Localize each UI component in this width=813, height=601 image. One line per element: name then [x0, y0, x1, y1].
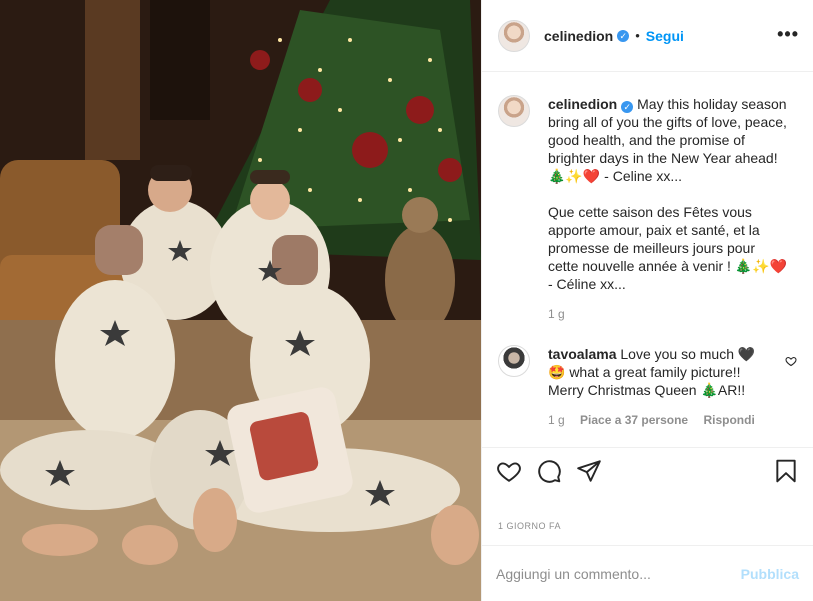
header-separator: •	[635, 28, 640, 43]
caption-text-fr: Que cette saison des Fêtes vous apporte …	[548, 204, 788, 292]
verified-badge-icon: ✓	[617, 29, 630, 42]
more-options-icon[interactable]: •••	[777, 25, 799, 43]
commenter-avatar[interactable]	[498, 345, 530, 377]
caption-text: celinedion ✓ May this holiday season brin…	[548, 95, 788, 293]
family-christmas-photo	[0, 0, 481, 601]
publish-button[interactable]: Pubblica	[741, 566, 799, 582]
comments-section[interactable]: celinedion ✓ May this holiday season brin…	[482, 73, 813, 447]
comment-text-block: tavoalama Love you so much 🖤 🤩 what a gr…	[548, 345, 763, 399]
heart-small-icon[interactable]	[785, 355, 797, 367]
reply-button[interactable]: Rispondi	[703, 413, 754, 427]
author-username[interactable]: celinedion	[544, 28, 613, 44]
comment-likes[interactable]: Piace a 37 persone	[580, 413, 688, 427]
share-icon[interactable]	[576, 458, 602, 484]
author-avatar[interactable]	[498, 19, 530, 52]
comment-icon[interactable]	[536, 458, 562, 484]
bookmark-icon[interactable]	[773, 458, 799, 484]
add-comment-bar: Pubblica	[482, 545, 813, 601]
verified-badge-icon: ✓	[621, 101, 634, 113]
comment-time[interactable]: 1 g	[548, 413, 565, 427]
comment-item: tavoalama Love you so much 🖤 🤩 what a gr…	[498, 345, 797, 427]
commenter-username[interactable]: tavoalama	[548, 346, 616, 362]
instagram-post: celinedion ✓ • Segui ••• celinedion ✓ May…	[0, 0, 813, 601]
caption-meta: 1 g	[548, 307, 797, 321]
post-header: celinedion ✓ • Segui •••	[482, 0, 813, 72]
post-photo[interactable]	[0, 0, 481, 601]
comment-meta: 1 g Piace a 37 persone Rispondi	[548, 413, 797, 427]
caption-time[interactable]: 1 g	[548, 307, 565, 321]
post-actions	[482, 447, 813, 507]
post-age[interactable]: 1 GIORNO FA	[498, 521, 561, 531]
comment-input[interactable]	[496, 565, 741, 582]
caption: celinedion ✓ May this holiday season brin…	[498, 95, 797, 293]
caption-username[interactable]: celinedion	[548, 96, 617, 112]
post-side-panel: celinedion ✓ • Segui ••• celinedion ✓ May…	[481, 0, 813, 601]
follow-button[interactable]: Segui	[646, 28, 684, 44]
caption-avatar[interactable]	[498, 95, 530, 127]
heart-icon[interactable]	[496, 458, 522, 484]
